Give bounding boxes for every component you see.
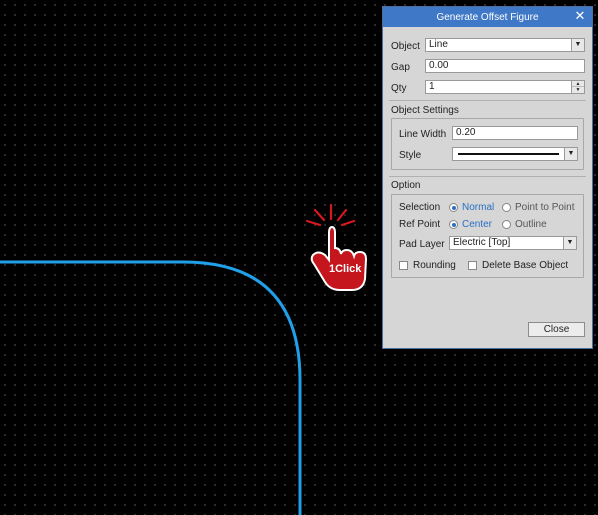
qty-stepper[interactable]: 1 ▲ ▼ bbox=[425, 80, 585, 94]
dialog-titlebar[interactable]: Generate Offset Figure ✕ bbox=[383, 7, 592, 27]
selection-point-to-point-radio[interactable] bbox=[502, 203, 511, 212]
qty-label: Qty bbox=[391, 83, 407, 94]
delete-base-object-checkbox[interactable] bbox=[468, 261, 477, 270]
ref-point-outline-radio[interactable] bbox=[502, 220, 511, 229]
divider bbox=[389, 176, 586, 177]
chevron-down-icon[interactable]: ▼ bbox=[563, 237, 576, 249]
gap-label: Gap bbox=[391, 62, 410, 73]
ref-point-center-radio[interactable] bbox=[449, 220, 458, 229]
ref-point-center-label[interactable]: Center bbox=[462, 219, 492, 230]
qty-value: 1 bbox=[429, 81, 435, 92]
selection-point-to-point-label[interactable]: Point to Point bbox=[515, 202, 574, 213]
option-group: Selection Normal Point to Point Ref Poin… bbox=[391, 194, 584, 278]
option-title: Option bbox=[391, 180, 421, 191]
selection-label: Selection bbox=[399, 202, 441, 213]
object-label: Object bbox=[391, 41, 420, 52]
pad-layer-value: Electric [Top] bbox=[453, 237, 511, 248]
line-style-select[interactable]: ▼ bbox=[452, 147, 578, 161]
object-settings-title: Object Settings bbox=[391, 105, 459, 116]
divider bbox=[389, 100, 586, 101]
spin-down-icon[interactable]: ▼ bbox=[572, 87, 584, 93]
close-icon[interactable]: ✕ bbox=[573, 9, 587, 23]
chevron-down-icon[interactable]: ▼ bbox=[571, 39, 584, 51]
object-value: Line bbox=[429, 39, 448, 50]
offset-base-line[interactable] bbox=[0, 260, 302, 515]
ref-point-outline-label[interactable]: Outline bbox=[515, 219, 547, 230]
close-button[interactable]: Close bbox=[528, 322, 585, 337]
delete-base-object-label[interactable]: Delete Base Object bbox=[482, 260, 568, 271]
selection-normal-radio[interactable] bbox=[449, 203, 458, 212]
rounding-label[interactable]: Rounding bbox=[413, 260, 456, 271]
pad-layer-select[interactable]: Electric [Top] ▼ bbox=[449, 236, 577, 250]
line-width-input[interactable]: 0.20 bbox=[452, 126, 578, 140]
gap-input[interactable]: 0.00 bbox=[425, 59, 585, 73]
ref-point-label: Ref Point bbox=[399, 219, 441, 230]
selection-normal-label[interactable]: Normal bbox=[462, 202, 494, 213]
pointing-hand-icon bbox=[310, 225, 368, 291]
line-style-preview bbox=[458, 153, 559, 155]
gap-value: 0.00 bbox=[429, 60, 449, 71]
click-burst-icon bbox=[305, 203, 356, 227]
line-width-label: Line Width bbox=[399, 129, 447, 140]
rounding-checkbox[interactable] bbox=[399, 261, 408, 270]
pad-layer-label: Pad Layer bbox=[399, 239, 445, 250]
chevron-down-icon[interactable]: ▼ bbox=[564, 148, 577, 160]
style-label: Style bbox=[399, 150, 422, 161]
object-settings-group: Line Width 0.20 Style ▼ bbox=[391, 118, 584, 170]
line-width-value: 0.20 bbox=[456, 127, 476, 138]
generate-offset-figure-dialog: Generate Offset Figure ✕ Object Line ▼ G… bbox=[382, 6, 593, 349]
object-select[interactable]: Line ▼ bbox=[425, 38, 585, 52]
qty-spin-buttons[interactable]: ▲ ▼ bbox=[571, 81, 584, 93]
click-hint-label: 1Click bbox=[329, 263, 362, 275]
dialog-title: Generate Offset Figure bbox=[436, 11, 539, 23]
